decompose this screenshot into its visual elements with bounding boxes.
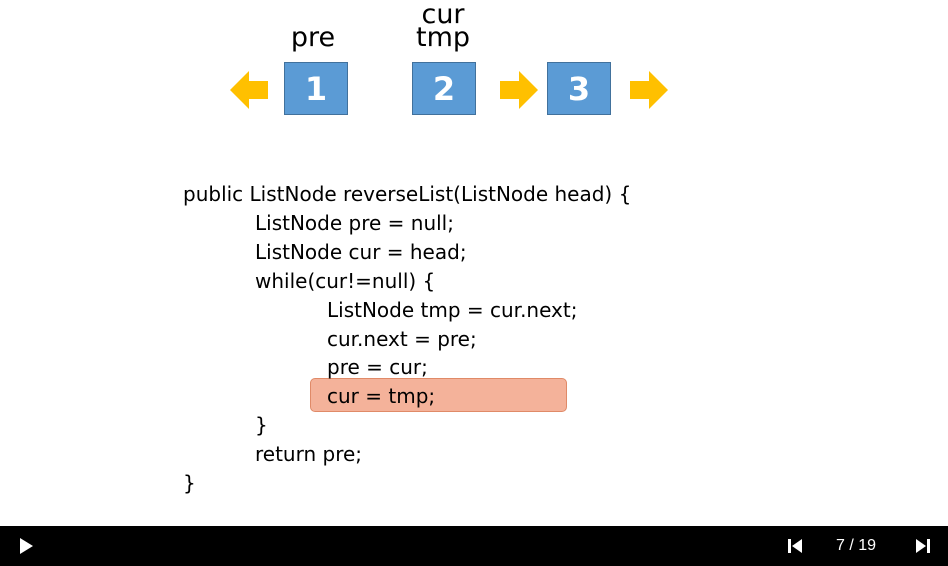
code-line: ListNode cur = head; xyxy=(255,240,467,264)
player-control-bar: 7 / 19 xyxy=(0,526,948,566)
code-line: cur.next = pre; xyxy=(327,327,477,351)
code-line: } xyxy=(183,471,196,495)
list-node-1: 1 xyxy=(284,62,348,115)
play-icon xyxy=(20,538,33,554)
code-line: ListNode tmp = cur.next; xyxy=(327,298,578,322)
play-button[interactable] xyxy=(10,526,42,566)
previous-slide-icon xyxy=(788,539,802,553)
right-arrow-icon xyxy=(500,71,538,109)
pointer-label-pre: pre xyxy=(290,22,336,53)
code-line: public ListNode reverseList(ListNode hea… xyxy=(183,182,632,206)
list-node-2: 2 xyxy=(412,62,476,115)
code-line: } xyxy=(255,413,268,437)
pointer-label-tmp: tmp xyxy=(415,22,471,53)
code-line: while(cur!=null) { xyxy=(255,269,436,293)
code-line: return pre; xyxy=(255,442,363,466)
list-node-3: 3 xyxy=(547,62,611,115)
next-slide-icon xyxy=(916,539,930,553)
left-arrow-icon xyxy=(230,71,268,109)
page-counter: 7 / 19 xyxy=(836,537,877,554)
slide: pre cur tmp 1 2 3 public ListNode revers… xyxy=(0,0,948,526)
code-line: pre = cur; xyxy=(327,355,428,379)
code-line: ListNode pre = null; xyxy=(255,211,454,235)
next-slide-button[interactable] xyxy=(908,526,938,566)
code-line-highlighted: cur = tmp; xyxy=(327,384,436,408)
right-arrow-icon xyxy=(630,71,668,109)
previous-slide-button[interactable] xyxy=(780,526,810,566)
